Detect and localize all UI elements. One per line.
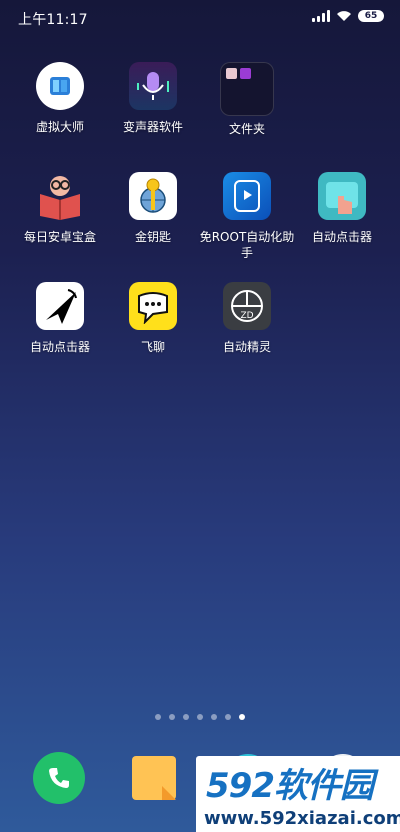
app-virtual-master[interactable]: 虚拟大师 (12, 62, 108, 135)
app-auto-sprite[interactable]: ZD 自动精灵 (199, 282, 295, 355)
app-label: 自动点击器 (311, 230, 372, 244)
app-golden-key[interactable]: 金钥匙 (105, 172, 201, 245)
page-dot[interactable] (197, 714, 203, 720)
status-icons: 65 (312, 10, 384, 22)
app-label: 自动点击器 (29, 340, 90, 354)
dock-phone-app[interactable] (33, 752, 85, 804)
page-dot[interactable] (183, 714, 189, 720)
app-automation-helper[interactable]: 免ROOT自动化助手 (199, 172, 295, 261)
page-dot[interactable] (211, 714, 217, 720)
app-label: 每日安卓宝盒 (23, 230, 96, 244)
folder-mini-app-icon (240, 68, 251, 79)
app-android-box[interactable]: 每日安卓宝盒 (12, 172, 108, 245)
app-voice-changer[interactable]: 变声器软件 (105, 62, 201, 135)
app-label: 飞聊 (140, 340, 165, 354)
cursor-clicker-icon (36, 282, 84, 330)
app-cursor-clicker[interactable]: 自动点击器 (12, 282, 108, 355)
svg-text:ZD: ZD (240, 311, 253, 321)
app-feiliao[interactable]: 飞聊 (105, 282, 201, 355)
android-box-icon (36, 172, 84, 220)
wifi-icon (337, 11, 351, 21)
app-label: 虚拟大师 (35, 120, 84, 134)
folder-mini-app-icon (226, 68, 237, 79)
battery-level: 65 (364, 11, 378, 21)
feiliao-icon (129, 282, 177, 330)
watermark: 592软件园 www.592xiazai.com (196, 756, 400, 832)
auto-clicker-icon (318, 172, 366, 220)
app-label: 金钥匙 (134, 230, 171, 244)
golden-key-icon (129, 172, 177, 220)
app-label: 免ROOT自动化助手 (199, 230, 295, 260)
status-time: 上午11:17 (18, 12, 88, 28)
app-folder[interactable]: 文件夹 (199, 62, 295, 137)
page-dot[interactable] (225, 714, 231, 720)
app-label: 文件夹 (228, 122, 265, 136)
page-dot[interactable] (155, 714, 161, 720)
app-label: 自动精灵 (222, 340, 271, 354)
folder-icon (220, 62, 274, 116)
status-bar: 上午11:17 65 (0, 0, 400, 34)
page-dot[interactable] (169, 714, 175, 720)
dock-notes-app[interactable] (128, 752, 180, 804)
page-dot-active[interactable] (239, 714, 245, 720)
automation-helper-icon (223, 172, 271, 220)
phone-icon (33, 752, 85, 804)
watermark-logo: 592软件园 (206, 766, 374, 806)
watermark-url: www.592xiazai.com (204, 808, 400, 829)
signal-icon (312, 10, 330, 22)
virtual-master-icon (36, 62, 84, 110)
app-auto-clicker[interactable]: 自动点击器 (294, 172, 390, 245)
auto-sprite-icon: ZD (223, 282, 271, 330)
app-label: 变声器软件 (122, 120, 183, 134)
voice-changer-icon (129, 62, 177, 110)
page-indicator (0, 714, 400, 720)
battery-icon: 65 (358, 10, 384, 22)
notes-icon (132, 756, 176, 800)
